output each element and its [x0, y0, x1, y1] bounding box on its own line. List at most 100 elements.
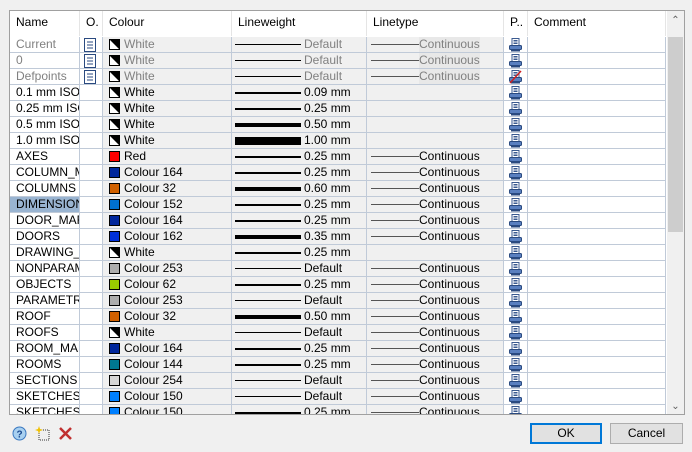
colour-cell[interactable]: White [103, 101, 232, 117]
plot-icon[interactable] [504, 213, 528, 229]
colour-cell[interactable]: Colour 164 [103, 341, 232, 357]
plot-icon[interactable] [504, 245, 528, 261]
plot-icon[interactable] [504, 405, 528, 414]
comment-cell[interactable] [528, 53, 666, 69]
linetype-cell[interactable]: Continuous [367, 181, 504, 197]
on-cell[interactable] [80, 325, 103, 341]
plot-icon[interactable] [504, 85, 528, 101]
plot-icon[interactable] [504, 165, 528, 181]
comment-cell[interactable] [528, 373, 666, 389]
header-name[interactable]: Name [10, 11, 80, 36]
on-cell[interactable] [80, 133, 103, 149]
colour-cell[interactable]: Colour 32 [103, 181, 232, 197]
colour-cell[interactable]: White [103, 69, 232, 85]
comment-cell[interactable] [528, 357, 666, 373]
plot-icon[interactable] [504, 37, 528, 53]
comment-cell[interactable] [528, 293, 666, 309]
on-cell[interactable] [80, 373, 103, 389]
layer-name[interactable]: OBJECTS [10, 277, 80, 293]
comment-cell[interactable] [528, 149, 666, 165]
linetype-cell[interactable] [367, 101, 504, 117]
colour-cell[interactable]: Colour 150 [103, 389, 232, 405]
colour-cell[interactable]: White [103, 85, 232, 101]
help-icon[interactable]: ? [12, 426, 27, 441]
table-row[interactable]: DIMENSIONS Colour 152 0.25 mm Continuous [10, 197, 666, 213]
linetype-cell[interactable]: Continuous [367, 357, 504, 373]
on-cell[interactable] [80, 309, 103, 325]
layer-name[interactable]: 0.5 mm ISO [10, 117, 80, 133]
lineweight-cell[interactable]: 0.25 mm [232, 149, 367, 165]
no-plot-icon[interactable] [504, 69, 528, 85]
on-cell[interactable] [80, 53, 103, 69]
table-row[interactable]: 0.5 mm ISO White 0.50 mm [10, 117, 666, 133]
on-cell[interactable] [80, 197, 103, 213]
on-cell[interactable] [80, 229, 103, 245]
layer-name[interactable]: 1.0 mm ISO [10, 133, 80, 149]
on-cell[interactable] [80, 405, 103, 414]
lineweight-cell[interactable]: Default [232, 261, 367, 277]
layer-name[interactable]: 0.25 mm ISO [10, 101, 80, 117]
layer-name[interactable]: SKETCHES [10, 389, 80, 405]
linetype-cell[interactable]: Continuous [367, 373, 504, 389]
plot-icon[interactable] [504, 373, 528, 389]
plot-icon[interactable] [504, 309, 528, 325]
comment-cell[interactable] [528, 197, 666, 213]
scrollbar-thumb[interactable] [668, 37, 683, 232]
on-cell[interactable] [80, 213, 103, 229]
comment-cell[interactable] [528, 69, 666, 85]
lineweight-cell[interactable]: 0.60 mm [232, 181, 367, 197]
layer-name[interactable]: PARAMETRI [10, 293, 80, 309]
lineweight-cell[interactable]: 0.25 mm [232, 341, 367, 357]
linetype-cell[interactable] [367, 133, 504, 149]
table-row[interactable]: Defpoints White Default Continuous [10, 69, 666, 85]
lineweight-cell[interactable]: Default [232, 293, 367, 309]
table-row[interactable]: 0 White Default Continuous [10, 53, 666, 69]
linetype-cell[interactable]: Continuous [367, 325, 504, 341]
on-cell[interactable] [80, 341, 103, 357]
vertical-scrollbar[interactable]: ⌃ ⌄ [667, 11, 684, 414]
linetype-cell[interactable]: Continuous [367, 277, 504, 293]
plot-icon[interactable] [504, 101, 528, 117]
lineweight-cell[interactable]: Default [232, 389, 367, 405]
scroll-up-icon[interactable]: ⌃ [667, 15, 684, 26]
table-row[interactable]: DOOR_MAR Colour 164 0.25 mm Continuous [10, 213, 666, 229]
linetype-cell[interactable]: Continuous [367, 229, 504, 245]
comment-cell[interactable] [528, 325, 666, 341]
table-row[interactable]: DOORS Colour 162 0.35 mm Continuous [10, 229, 666, 245]
lineweight-cell[interactable]: Default [232, 373, 367, 389]
lineweight-cell[interactable]: 0.25 mm [232, 357, 367, 373]
comment-cell[interactable] [528, 37, 666, 53]
plot-icon[interactable] [504, 389, 528, 405]
comment-cell[interactable] [528, 133, 666, 149]
table-row[interactable]: Current White Default Continuous [10, 37, 666, 53]
comment-cell[interactable] [528, 229, 666, 245]
header-on[interactable]: O. [80, 11, 103, 36]
lineweight-cell[interactable]: Default [232, 69, 367, 85]
linetype-cell[interactable]: Continuous [367, 53, 504, 69]
colour-cell[interactable]: Colour 150 [103, 405, 232, 414]
colour-cell[interactable]: Colour 32 [103, 309, 232, 325]
lineweight-cell[interactable]: 1.00 mm [232, 133, 367, 149]
comment-cell[interactable] [528, 213, 666, 229]
comment-cell[interactable] [528, 389, 666, 405]
lineweight-cell[interactable]: 0.25 mm [232, 197, 367, 213]
table-row[interactable]: 0.1 mm ISO White 0.09 mm [10, 85, 666, 101]
comment-cell[interactable] [528, 405, 666, 414]
colour-cell[interactable]: Colour 254 [103, 373, 232, 389]
colour-cell[interactable]: White [103, 245, 232, 261]
lineweight-cell[interactable]: 0.25 mm [232, 165, 367, 181]
colour-cell[interactable]: Colour 62 [103, 277, 232, 293]
comment-cell[interactable] [528, 181, 666, 197]
on-cell[interactable] [80, 69, 103, 85]
cancel-button[interactable]: Cancel [610, 423, 683, 444]
lineweight-cell[interactable]: 0.50 mm [232, 309, 367, 325]
plot-icon[interactable] [504, 325, 528, 341]
linetype-cell[interactable]: Continuous [367, 37, 504, 53]
comment-cell[interactable] [528, 261, 666, 277]
linetype-cell[interactable]: Continuous [367, 405, 504, 414]
layer-name[interactable]: SECTIONS [10, 373, 80, 389]
colour-cell[interactable]: Red [103, 149, 232, 165]
layer-name[interactable]: ROOMS [10, 357, 80, 373]
on-cell[interactable] [80, 389, 103, 405]
plot-icon[interactable] [504, 277, 528, 293]
